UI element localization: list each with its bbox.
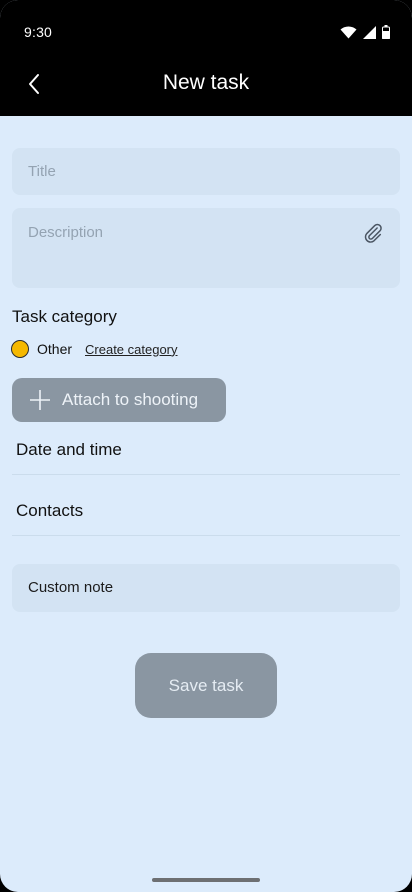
status-icons (340, 25, 390, 39)
category-row: Other Create category (11, 339, 178, 359)
task-category-label: Task category (12, 307, 117, 326)
page-title: New task (162, 71, 250, 94)
date-and-time-label: Date and time (16, 440, 122, 459)
title-field[interactable]: Title (12, 148, 400, 195)
title-placeholder: Title (28, 163, 56, 180)
contacts-row[interactable]: Contacts (12, 487, 400, 536)
attach-to-shooting-label: Attach to shooting (62, 390, 199, 409)
description-placeholder: Description (28, 224, 104, 241)
home-indicator[interactable] (152, 878, 260, 882)
contacts-label: Contacts (16, 501, 84, 520)
create-category-link[interactable]: Create category (85, 342, 178, 357)
category-name[interactable]: Other (37, 341, 72, 357)
custom-note-field[interactable]: Custom note (12, 564, 400, 612)
battery-icon (382, 25, 390, 39)
save-task-button[interactable]: Save task (135, 653, 277, 718)
paperclip-icon[interactable] (362, 222, 384, 244)
status-time: 9:30 (24, 24, 53, 40)
attach-to-shooting-button[interactable]: Attach to shooting (12, 378, 226, 422)
description-field[interactable]: Description (12, 208, 400, 288)
wifi-icon (340, 26, 357, 38)
plus-icon (30, 390, 50, 410)
cellular-signal-icon (363, 25, 376, 39)
date-and-time-row[interactable]: Date and time (12, 426, 400, 475)
category-color-dot[interactable] (11, 340, 29, 358)
app-bar: 9:30 New task (0, 0, 412, 116)
custom-note-label: Custom note (28, 579, 114, 596)
new-task-screen: 9:30 New task Title Description Task cat… (0, 0, 412, 892)
